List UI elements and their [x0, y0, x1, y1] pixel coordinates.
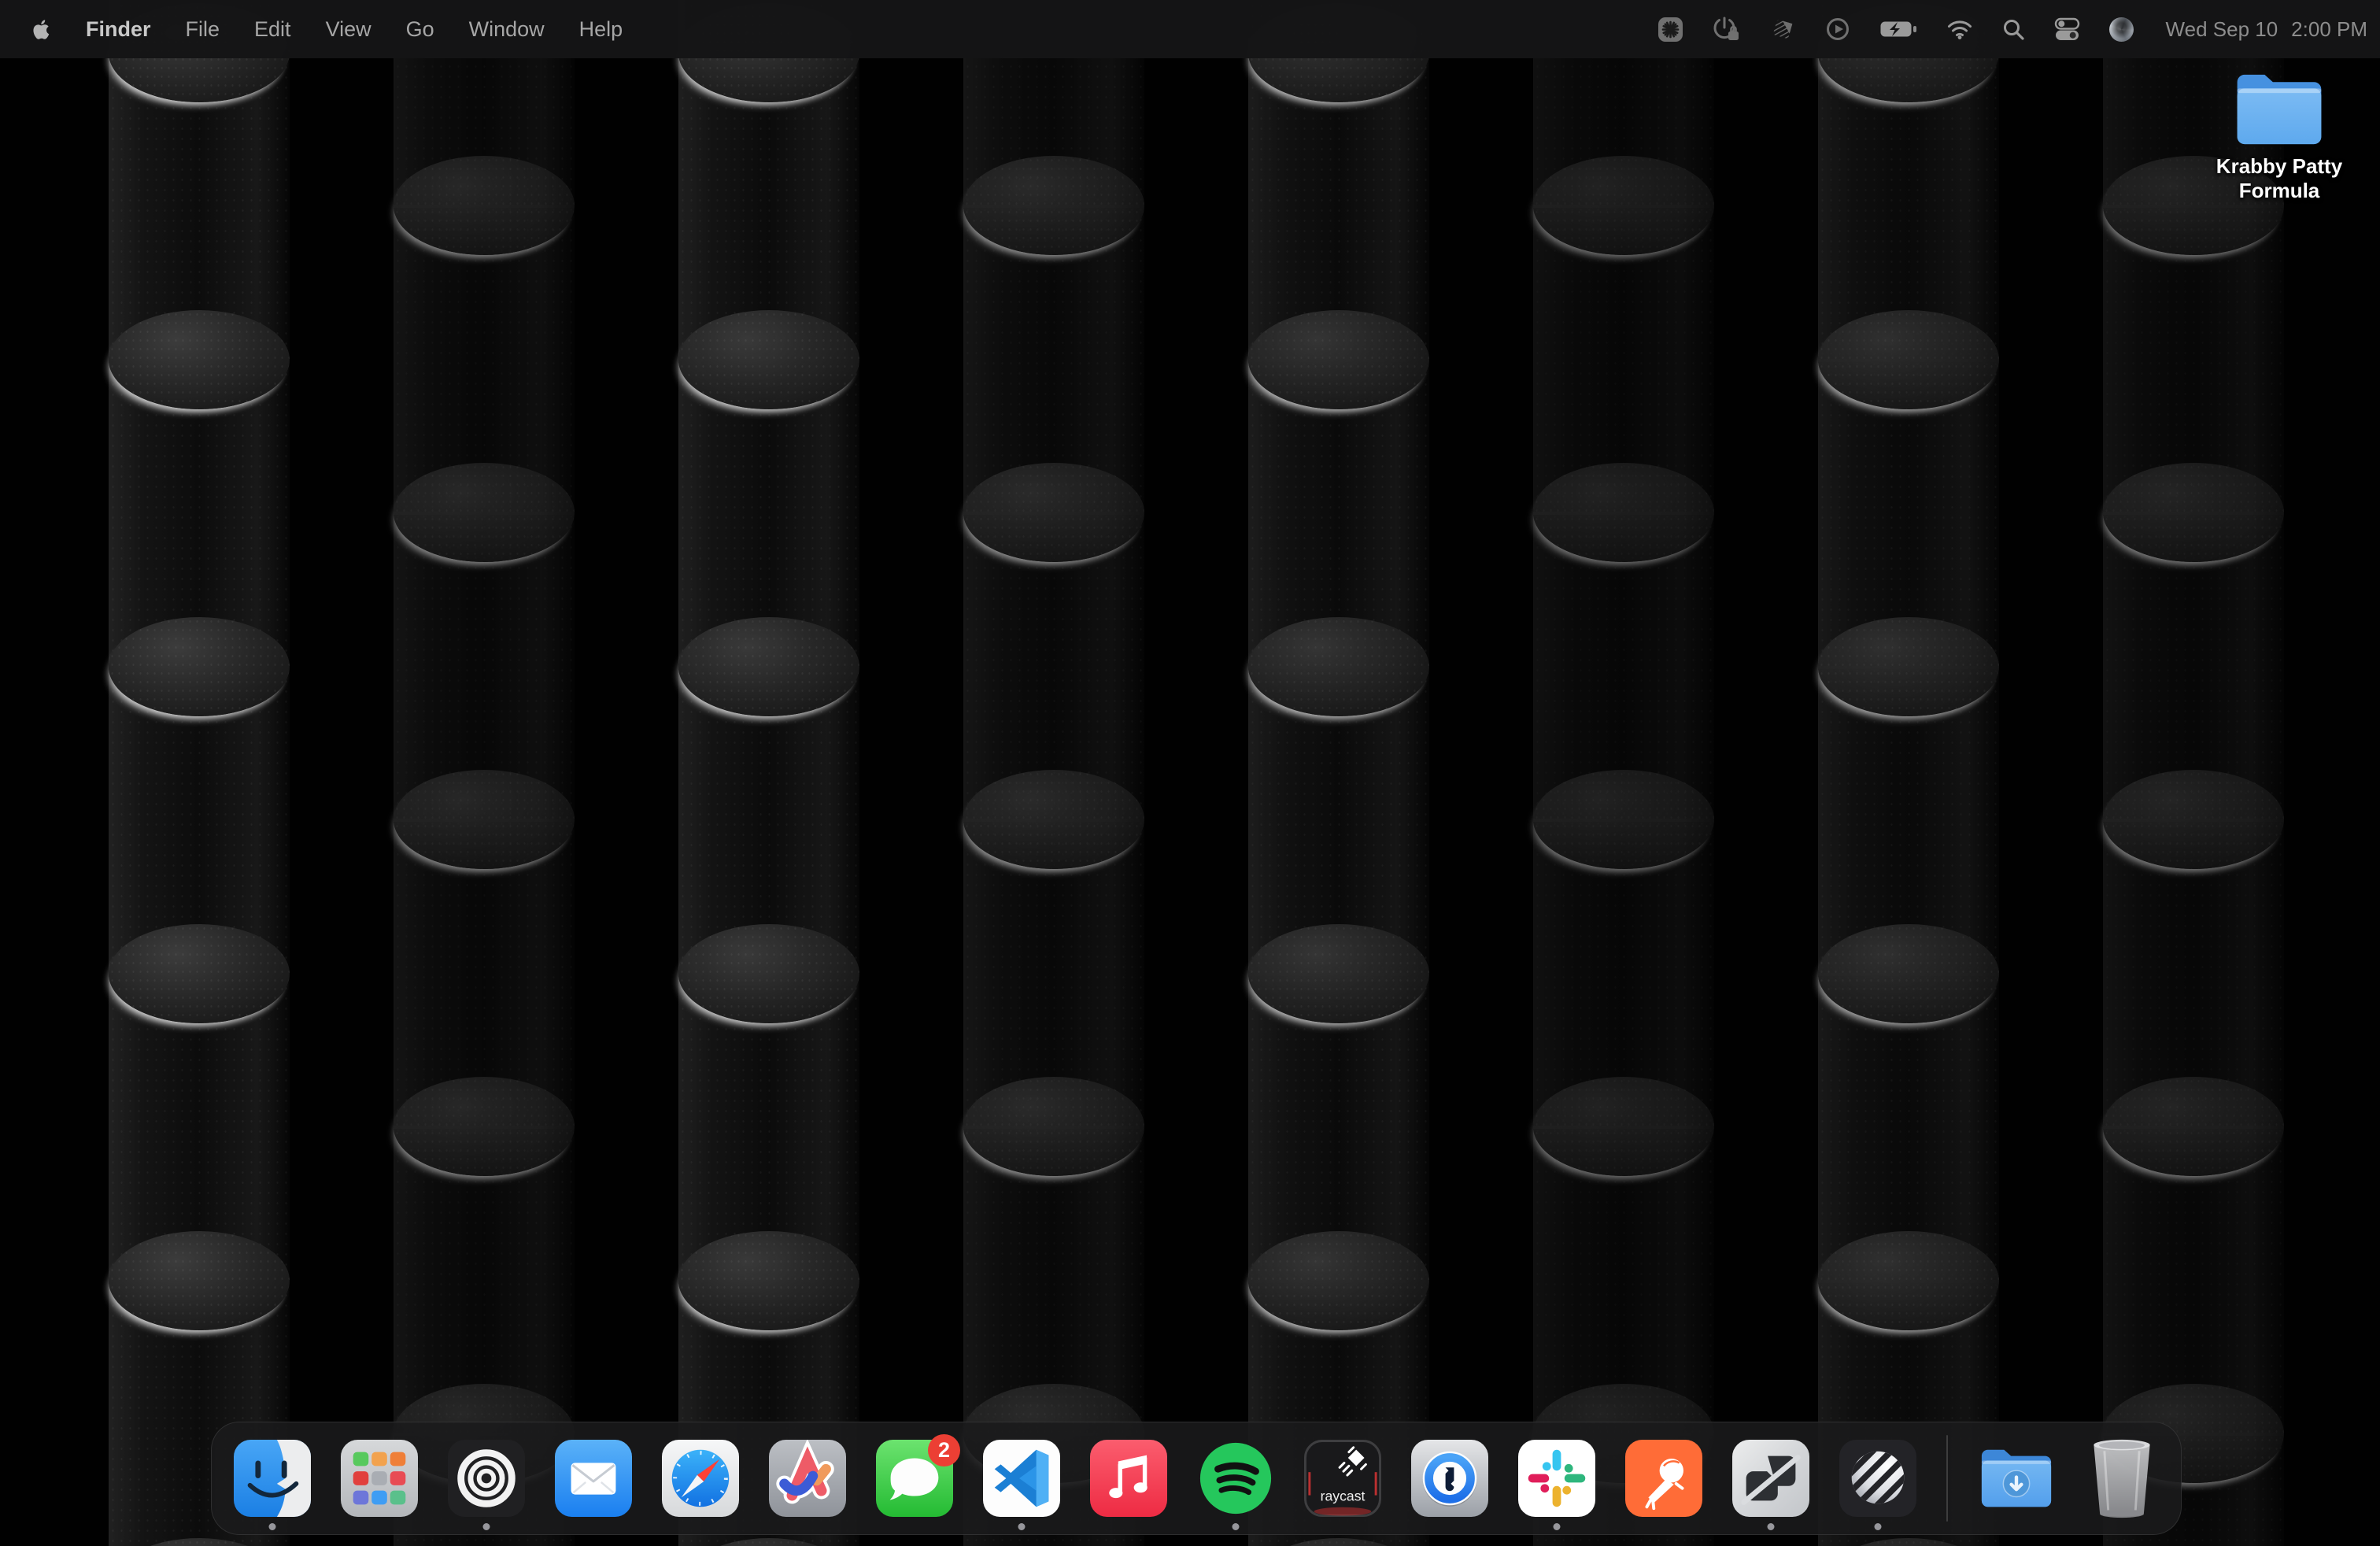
starburst-status-icon[interactable]: [1658, 17, 1683, 42]
dock-arc-browser-icon[interactable]: [769, 1440, 846, 1517]
dock-1password-icon[interactable]: [1411, 1440, 1488, 1517]
svg-text:raycast: raycast: [1321, 1488, 1366, 1503]
dock-music-icon[interactable]: [1090, 1440, 1167, 1517]
dock-zed-icon[interactable]: [1732, 1440, 1809, 1517]
control-center-icon[interactable]: [2054, 17, 2080, 42]
dock-concentric-circles-app-icon[interactable]: [448, 1440, 525, 1517]
menubar-date: Wed Sep 10: [2166, 17, 2278, 42]
dock-safari-icon[interactable]: [662, 1440, 739, 1517]
menu-bar-left: Finder File Edit View Go Window Help: [31, 17, 623, 42]
menubar-time: 2:00 PM: [2291, 17, 2367, 42]
apple-menu-icon[interactable]: [31, 18, 51, 41]
spotlight-search-icon[interactable]: [2002, 18, 2025, 41]
dock-launchpad-icon[interactable]: [341, 1440, 418, 1517]
dock-linear-icon[interactable]: [1839, 1440, 1916, 1517]
dock-trash-icon[interactable]: [2085, 1440, 2159, 1517]
dock-separator: [1946, 1435, 1948, 1522]
notification-badge: 2: [928, 1434, 960, 1466]
running-indicator: [269, 1523, 276, 1530]
dock-raycast-icon[interactable]: raycast: [1304, 1440, 1381, 1517]
menu-file[interactable]: File: [186, 17, 220, 42]
desktop-wallpaper[interactable]: [0, 0, 2380, 1546]
running-indicator: [1018, 1523, 1026, 1530]
menubar-clock[interactable]: Wed Sep 10 2:00 PM: [2166, 17, 2367, 42]
menu-app-name[interactable]: Finder: [86, 17, 151, 42]
screen-lock-status-icon[interactable]: [1712, 16, 1740, 43]
folder-label: Krabby Patty Formula: [2208, 154, 2350, 203]
menu-window[interactable]: Window: [469, 17, 545, 42]
wifi-status-icon[interactable]: [1946, 19, 1973, 40]
running-indicator: [483, 1523, 490, 1530]
dock-spotify-icon[interactable]: [1197, 1440, 1274, 1517]
running-indicator: [1232, 1523, 1240, 1530]
siri-icon[interactable]: [2109, 17, 2134, 42]
dock-vscode-icon[interactable]: [983, 1440, 1060, 1517]
striped-badge-status-icon[interactable]: [1769, 16, 1796, 43]
battery-status-icon[interactable]: [1879, 20, 1917, 39]
desktop-screen: Finder File Edit View Go Window Help: [0, 0, 2380, 1546]
menu-edit[interactable]: Edit: [254, 17, 291, 42]
running-indicator: [1768, 1523, 1775, 1530]
menu-help[interactable]: Help: [579, 17, 623, 42]
dock-mail-icon[interactable]: [555, 1440, 632, 1517]
folder-icon: [2234, 71, 2325, 148]
now-playing-status-icon[interactable]: [1825, 17, 1850, 42]
menu-go[interactable]: Go: [406, 17, 434, 42]
dock-finder-icon[interactable]: [234, 1440, 311, 1517]
menu-bar-status-area: Wed Sep 10 2:00 PM: [1658, 16, 2367, 43]
running-indicator: [1875, 1523, 1882, 1530]
dock: 2: [211, 1422, 2182, 1535]
dock-slack-icon[interactable]: [1518, 1440, 1595, 1517]
desktop-folder-krabby-patty-formula[interactable]: Krabby Patty Formula: [2208, 71, 2350, 203]
menu-view[interactable]: View: [326, 17, 371, 42]
running-indicator: [1554, 1523, 1561, 1530]
menu-bar: Finder File Edit View Go Window Help: [0, 0, 2380, 58]
dock-downloads-folder-icon[interactable]: [1978, 1440, 2055, 1517]
dock-messages-icon[interactable]: 2: [876, 1440, 953, 1517]
dock-postman-icon[interactable]: [1625, 1440, 1702, 1517]
